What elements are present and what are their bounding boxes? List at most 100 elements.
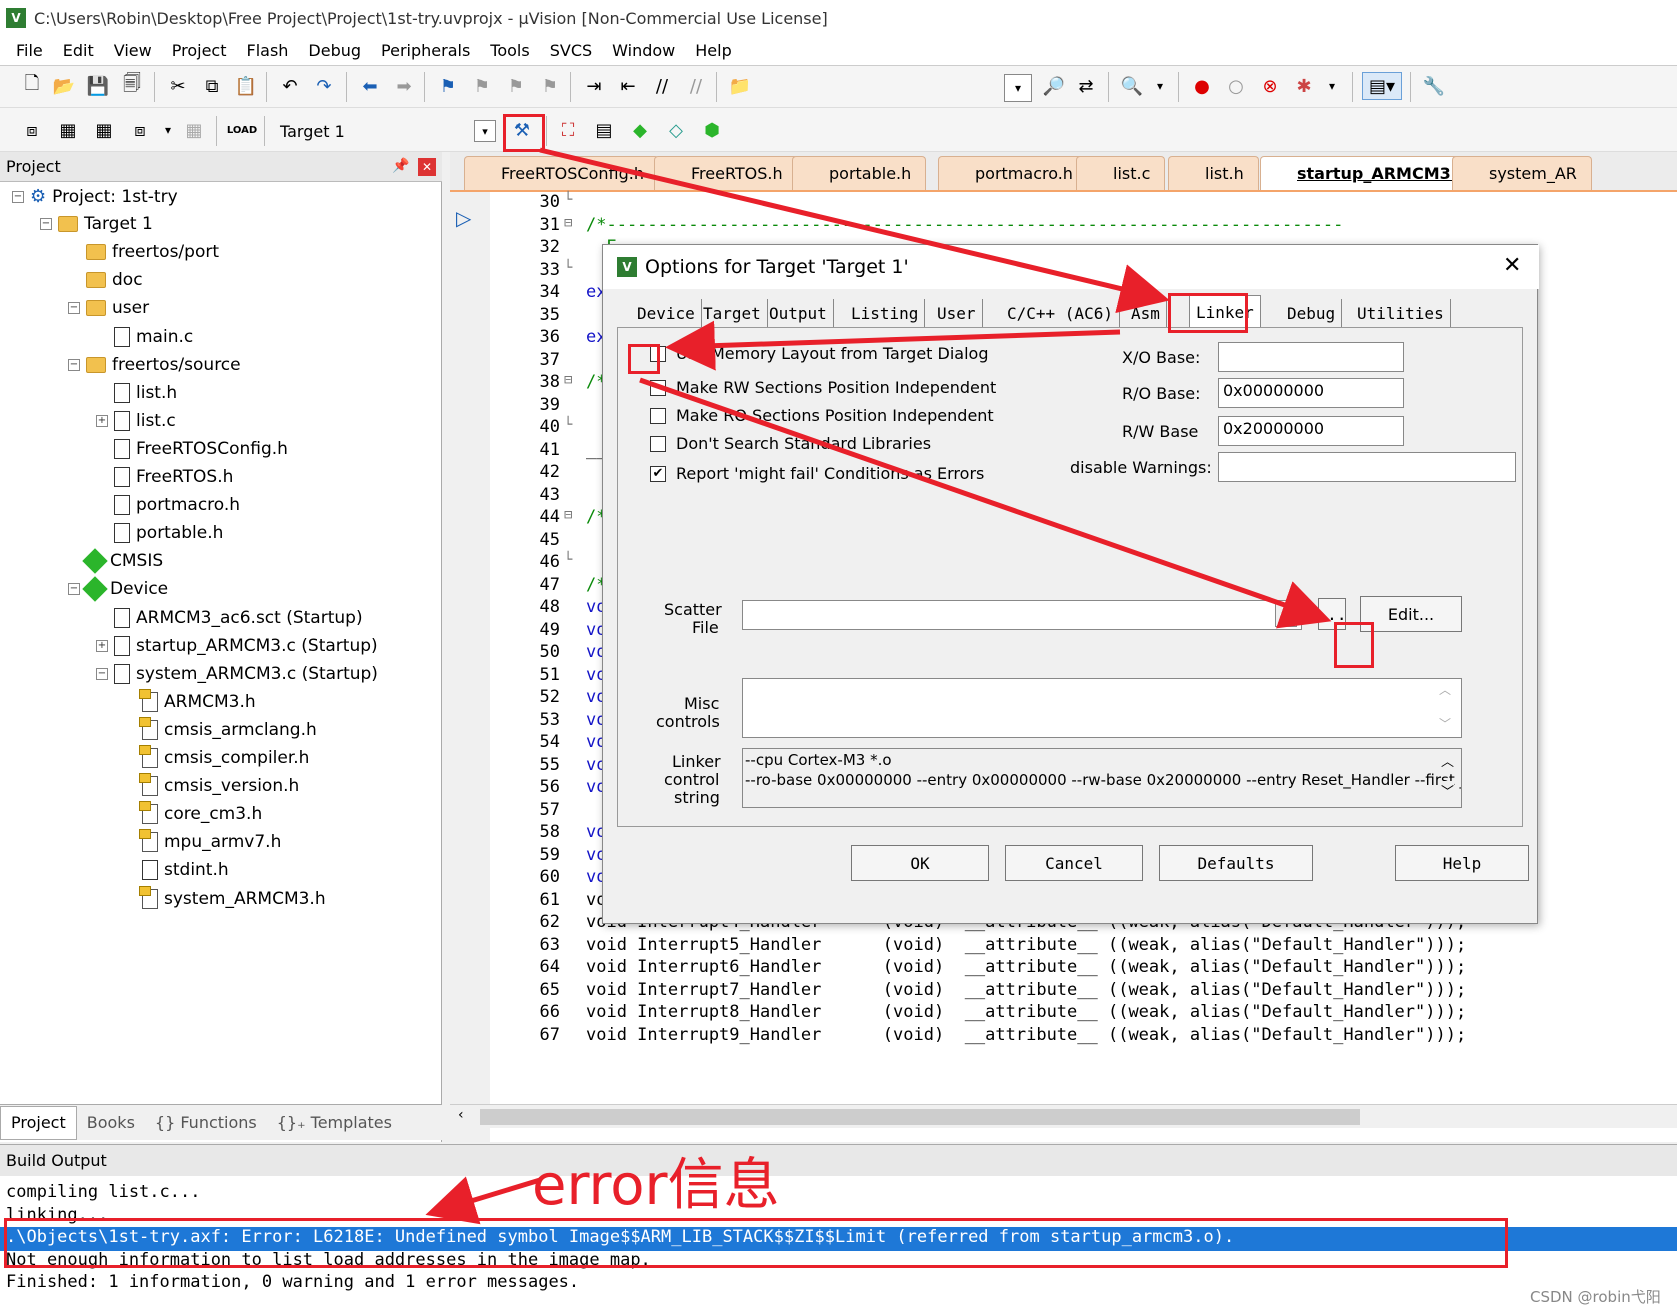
menu-file[interactable]: File bbox=[6, 41, 53, 60]
menu-project[interactable]: Project bbox=[162, 41, 237, 60]
tree-toggle-icon[interactable]: − bbox=[68, 358, 80, 371]
ro-base-input[interactable]: 0x00000000 bbox=[1218, 378, 1404, 408]
menu-peripherals[interactable]: Peripherals bbox=[371, 41, 480, 60]
new-file-icon[interactable]: 🗋 bbox=[18, 72, 46, 100]
batch-dropdown-icon[interactable]: ▾ bbox=[154, 116, 182, 144]
indent-icon[interactable]: ⇥ bbox=[580, 72, 608, 100]
fold-marker-icon[interactable]: ⊟ bbox=[564, 215, 572, 231]
help-button[interactable]: Help bbox=[1395, 845, 1529, 881]
rw-base-input[interactable]: 0x20000000 bbox=[1218, 416, 1404, 446]
tree-item[interactable]: − freertos/source bbox=[68, 355, 241, 375]
clear-bookmarks-icon[interactable]: ⚑ bbox=[536, 72, 564, 100]
breakpoint-icon[interactable]: ● bbox=[1188, 72, 1216, 100]
tree-item[interactable]: portable.h bbox=[96, 523, 223, 544]
tree-toggle-icon[interactable]: − bbox=[96, 667, 108, 680]
editor-tab[interactable]: list.c bbox=[1076, 156, 1166, 190]
editor-tab[interactable]: system_AR bbox=[1452, 156, 1592, 190]
debug-session-icon[interactable]: 🔍 bbox=[1118, 72, 1146, 100]
menu-edit[interactable]: Edit bbox=[53, 41, 104, 60]
dialog-tab-output[interactable]: Output bbox=[763, 299, 834, 327]
kill-breakpoints-icon[interactable]: ✱ bbox=[1290, 72, 1318, 100]
scatter-edit-button[interactable]: Edit... bbox=[1360, 596, 1462, 632]
breakpoint-dropdown-icon[interactable]: ▾ bbox=[1318, 72, 1346, 100]
uncomment-icon[interactable]: // bbox=[682, 72, 710, 100]
scatter-dropdown-arrow-icon[interactable]: ▼ bbox=[1275, 603, 1297, 627]
misc-scroll-down-icon[interactable]: ﹀ bbox=[1439, 715, 1451, 732]
panel-tab-3[interactable]: {}₊ Templates bbox=[267, 1113, 402, 1132]
dialog-tab-debug[interactable]: Debug bbox=[1281, 299, 1343, 327]
copy-icon[interactable]: ⧉ bbox=[198, 72, 226, 100]
editor-tab[interactable]: list.h bbox=[1168, 156, 1259, 190]
disable-breakpoint-icon[interactable]: ○ bbox=[1222, 72, 1250, 100]
next-bookmark-icon[interactable]: ⚑ bbox=[502, 72, 530, 100]
load-icon[interactable]: LOAD bbox=[227, 116, 257, 144]
tree-item[interactable]: core_cm3.h bbox=[124, 801, 262, 825]
nav-back-icon[interactable]: ⬅ bbox=[356, 72, 384, 100]
prev-bookmark-icon[interactable]: ⚑ bbox=[468, 72, 496, 100]
tree-item[interactable]: cmsis_version.h bbox=[124, 773, 299, 797]
tree-item[interactable]: doc bbox=[68, 270, 143, 290]
paste-icon[interactable]: 📋 bbox=[232, 72, 260, 100]
tree-item[interactable]: FreeRTOS.h bbox=[96, 467, 233, 487]
misc-scroll-up-icon[interactable]: ︿ bbox=[1439, 681, 1451, 698]
editor-scroll-thumb[interactable] bbox=[480, 1109, 1360, 1125]
checkbox[interactable] bbox=[650, 408, 666, 424]
redo-icon[interactable]: ↷ bbox=[310, 72, 338, 100]
dialog-tab-asm[interactable]: Asm bbox=[1125, 299, 1167, 327]
tree-toggle-icon[interactable]: − bbox=[40, 218, 52, 231]
menu-view[interactable]: View bbox=[104, 41, 162, 60]
checkbox[interactable] bbox=[650, 380, 666, 396]
editor-tab[interactable]: portmacro.h bbox=[938, 156, 1088, 190]
tree-item[interactable]: − Target 1 bbox=[40, 214, 153, 234]
pack-installer-icon[interactable]: ◇ bbox=[662, 116, 690, 144]
translate-icon[interactable]: ⧈ bbox=[18, 116, 46, 144]
build-output-line[interactable]: compiling list.c... bbox=[6, 1182, 200, 1206]
tree-item[interactable]: − system_ARMCM3.c (Startup) bbox=[96, 663, 378, 684]
configure-icon[interactable]: 🔧 bbox=[1420, 72, 1448, 100]
tree-item[interactable]: cmsis_armclang.h bbox=[124, 716, 317, 740]
manage-project-items-icon[interactable]: ⛶ bbox=[554, 116, 582, 144]
tree-item[interactable]: ARMCM3_ac6.sct (Startup) bbox=[96, 607, 363, 628]
disable-warnings-input[interactable] bbox=[1218, 452, 1516, 482]
tree-item[interactable]: stdint.h bbox=[124, 860, 229, 881]
linker-control-string[interactable]: --cpu Cortex-M3 *.o --ro-base 0x00000000… bbox=[742, 748, 1462, 808]
fold-marker-icon[interactable]: └ bbox=[564, 552, 572, 568]
tree-item[interactable]: − ⚙ Project: 1st-try bbox=[12, 186, 178, 207]
tree-item[interactable]: list.h bbox=[96, 382, 177, 403]
editor-tab[interactable]: portable.h bbox=[792, 156, 927, 190]
tree-item[interactable]: freertos/port bbox=[68, 242, 219, 262]
comment-icon[interactable]: // bbox=[648, 72, 676, 100]
tree-item[interactable]: − user bbox=[68, 298, 149, 318]
tree-item[interactable]: system_ARMCM3.h bbox=[124, 885, 326, 909]
editor-scroll-left-icon[interactable]: ‹ bbox=[458, 1107, 464, 1123]
misc-controls-textarea[interactable]: ︿ ﹀ bbox=[742, 678, 1462, 738]
panel-tab-0[interactable]: Project bbox=[0, 1105, 77, 1140]
undo-icon[interactable]: ↶ bbox=[276, 72, 304, 100]
dialog-tab-target[interactable]: Target bbox=[697, 299, 768, 327]
ok-button[interactable]: OK bbox=[851, 845, 989, 881]
manage-rte-icon[interactable]: ◆ bbox=[626, 116, 654, 144]
menu-help[interactable]: Help bbox=[685, 41, 741, 60]
menu-tools[interactable]: Tools bbox=[480, 41, 539, 60]
close-panel-icon[interactable]: ✕ bbox=[418, 158, 436, 176]
tree-item[interactable]: + startup_ARMCM3.c (Startup) bbox=[96, 635, 378, 656]
build-icon[interactable]: ▦ bbox=[54, 116, 82, 144]
batch-build-icon[interactable]: ⧈ bbox=[126, 116, 154, 144]
fold-marker-icon[interactable]: └ bbox=[564, 417, 572, 433]
tree-item[interactable]: − Device bbox=[68, 576, 168, 603]
fold-marker-icon[interactable]: └ bbox=[564, 260, 572, 276]
tree-item[interactable]: mpu_armv7.h bbox=[124, 829, 281, 853]
linker-scroll-up-icon[interactable]: ︿ bbox=[1441, 751, 1455, 770]
menu-window[interactable]: Window bbox=[602, 41, 685, 60]
save-all-icon[interactable]: 🗐 bbox=[118, 72, 146, 100]
stop-build-icon[interactable]: ▦ bbox=[180, 116, 208, 144]
tree-toggle-icon[interactable]: − bbox=[68, 583, 80, 596]
pack-options-icon[interactable]: ⬢ bbox=[698, 116, 726, 144]
rebuild-icon[interactable]: ▦ bbox=[90, 116, 118, 144]
debug-dropdown-icon[interactable]: ▾ bbox=[1146, 72, 1174, 100]
linker-scroll-down-icon[interactable]: ﹀ bbox=[1441, 781, 1455, 800]
target-dropdown-arrow-icon[interactable]: ▾ bbox=[474, 120, 496, 142]
tree-toggle-icon[interactable]: + bbox=[96, 414, 108, 427]
editor-tab[interactable]: startup_ARMCM3.c bbox=[1260, 156, 1482, 190]
find-in-files-icon[interactable]: 📁 bbox=[726, 72, 754, 100]
